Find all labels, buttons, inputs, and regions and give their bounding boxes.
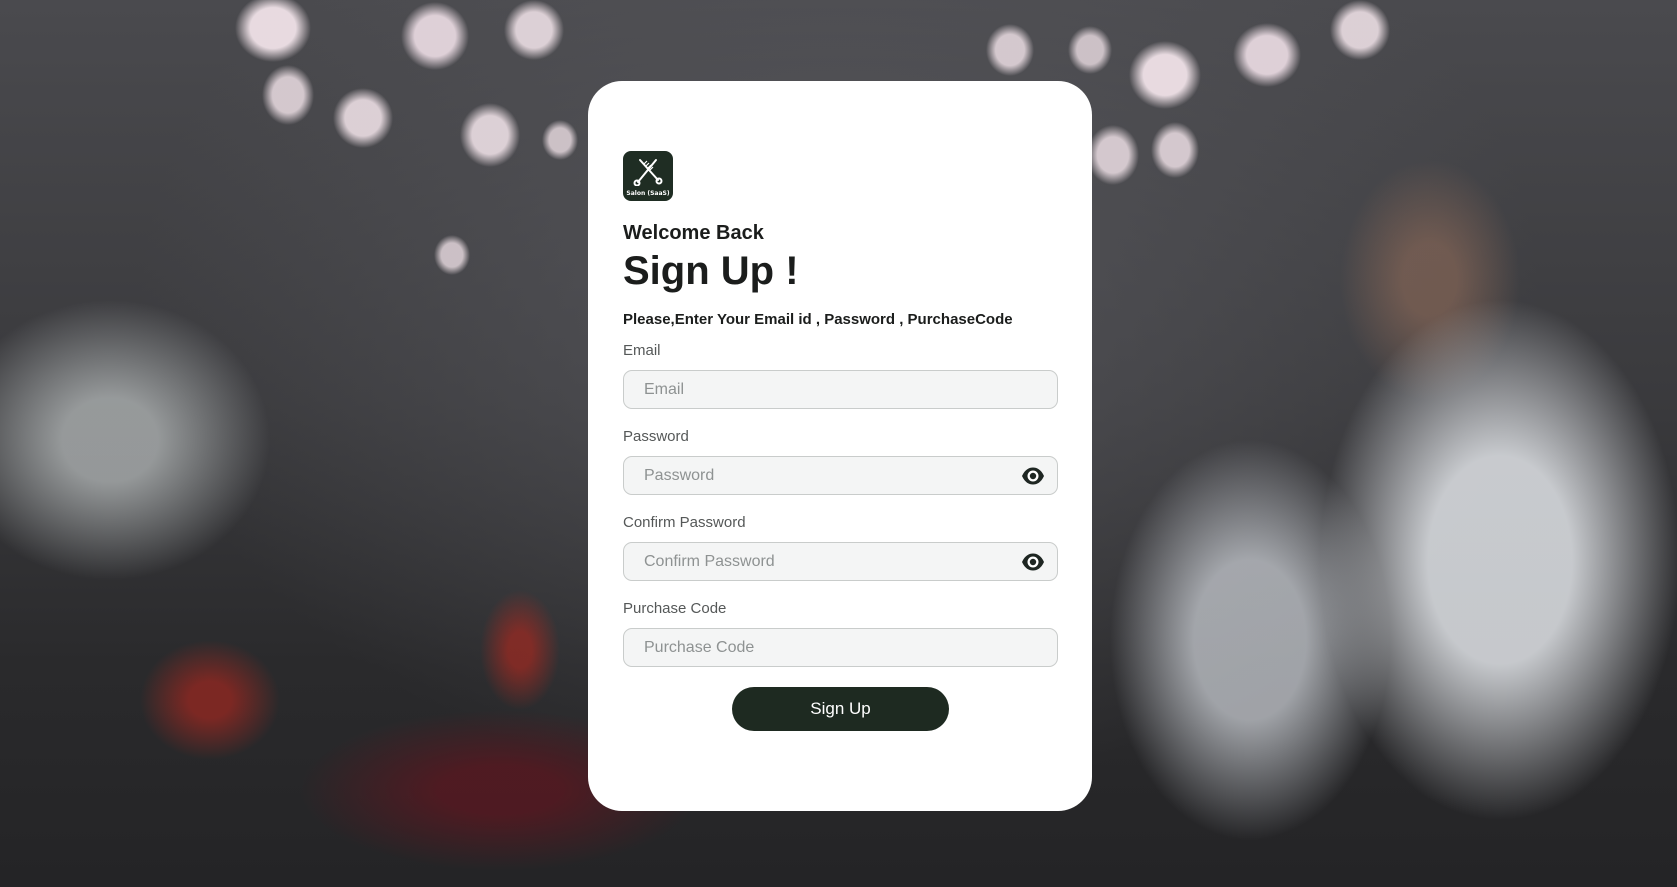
eye-icon[interactable] [1021, 466, 1045, 486]
confirm-password-input[interactable] [624, 543, 1057, 580]
confirm-password-label: Confirm Password [623, 514, 746, 531]
purchase-code-label: Purchase Code [623, 600, 727, 617]
password-field-wrapper [623, 456, 1058, 495]
eye-icon[interactable] [1021, 552, 1045, 572]
sign-up-button[interactable]: Sign Up [732, 687, 949, 731]
email-label: Email [623, 342, 661, 359]
email-input[interactable] [624, 371, 1057, 408]
instructions-text: Please,Enter Your Email id , Password , … [623, 311, 1013, 328]
page-title: Sign Up ! [623, 249, 799, 293]
brand-logo-text: Salon (SaaS) [626, 190, 670, 197]
brand-logo: Salon (SaaS) [623, 151, 673, 201]
welcome-heading: Welcome Back [623, 222, 764, 244]
purchase-code-input[interactable] [624, 629, 1057, 666]
password-label: Password [623, 428, 689, 445]
password-input[interactable] [624, 457, 1057, 494]
signup-card: Salon (SaaS) Welcome Back Sign Up ! Plea… [588, 81, 1092, 811]
scissors-comb-icon [633, 159, 663, 186]
confirm-password-field-wrapper [623, 542, 1058, 581]
submit-wrapper: Sign Up [623, 687, 1058, 731]
purchase-code-field-wrapper [623, 628, 1058, 667]
email-field-wrapper [623, 370, 1058, 409]
